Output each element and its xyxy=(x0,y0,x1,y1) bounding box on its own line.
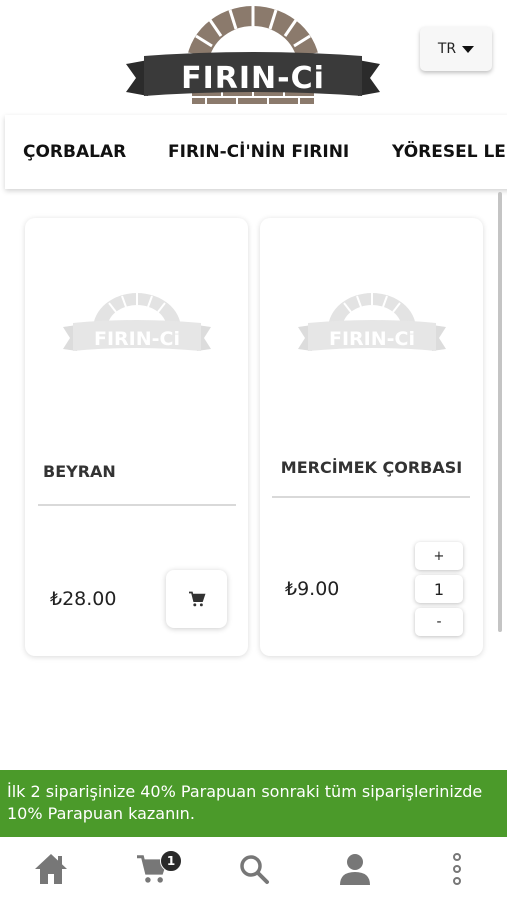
placeholder-logo-text: FIRIN-Ci xyxy=(329,328,415,350)
cart-icon xyxy=(188,591,205,607)
category-tabs: ÇORBALAR FIRIN-Cİ'NİN FIRINI YÖRESEL LE xyxy=(5,115,507,189)
product-card[interactable]: FIRIN-Ci MERCİMEK ÇORBASI ₺9.00 + 1 - xyxy=(260,218,483,656)
product-name: MERCİMEK ÇORBASI xyxy=(280,458,463,477)
nav-home[interactable] xyxy=(31,849,71,889)
search-icon xyxy=(240,855,269,884)
bottom-nav xyxy=(0,837,507,900)
app-header: FIRIN-Ci TR xyxy=(0,0,507,112)
nav-more[interactable] xyxy=(437,849,477,889)
product-price: ₺28.00 xyxy=(50,588,117,610)
product-placeholder-image: FIRIN-Ci xyxy=(63,293,211,351)
add-to-cart-button[interactable] xyxy=(166,570,227,628)
language-selector[interactable]: TR xyxy=(420,27,492,71)
product-price: ₺9.00 xyxy=(285,578,340,600)
caret-down-icon xyxy=(462,45,475,53)
product-name: BEYRAN xyxy=(43,462,116,481)
user-icon xyxy=(340,854,370,885)
promo-banner: İlk 2 siparişinize 40% Parapuan sonraki … xyxy=(0,770,507,837)
tab-corbalar[interactable]: ÇORBALAR xyxy=(23,142,126,162)
quantity-decrease-button[interactable]: - xyxy=(415,608,463,636)
quantity-value[interactable]: 1 xyxy=(415,575,463,603)
divider xyxy=(272,496,470,498)
nav-profile[interactable] xyxy=(335,849,375,889)
divider xyxy=(38,504,236,506)
nav-search[interactable] xyxy=(234,849,274,889)
tab-yoresel[interactable]: YÖRESEL LE xyxy=(392,142,506,162)
home-icon xyxy=(35,854,67,884)
quantity-increase-button[interactable]: + xyxy=(415,542,463,570)
cart-count-badge: 1 xyxy=(160,850,182,872)
tab-firincinin-firini[interactable]: FIRIN-Cİ'NİN FIRINI xyxy=(168,142,349,162)
product-card[interactable]: FIRIN-Ci BEYRAN ₺28.00 xyxy=(25,218,248,656)
logo-text: FIRIN-Ci xyxy=(181,61,325,96)
scrollbar[interactable] xyxy=(498,192,502,632)
language-label: TR xyxy=(437,41,457,57)
firinci-logo: FIRIN-Ci xyxy=(126,6,380,104)
placeholder-logo-text: FIRIN-Ci xyxy=(94,328,180,350)
product-placeholder-image: FIRIN-Ci xyxy=(298,293,446,351)
more-icon xyxy=(453,853,461,885)
